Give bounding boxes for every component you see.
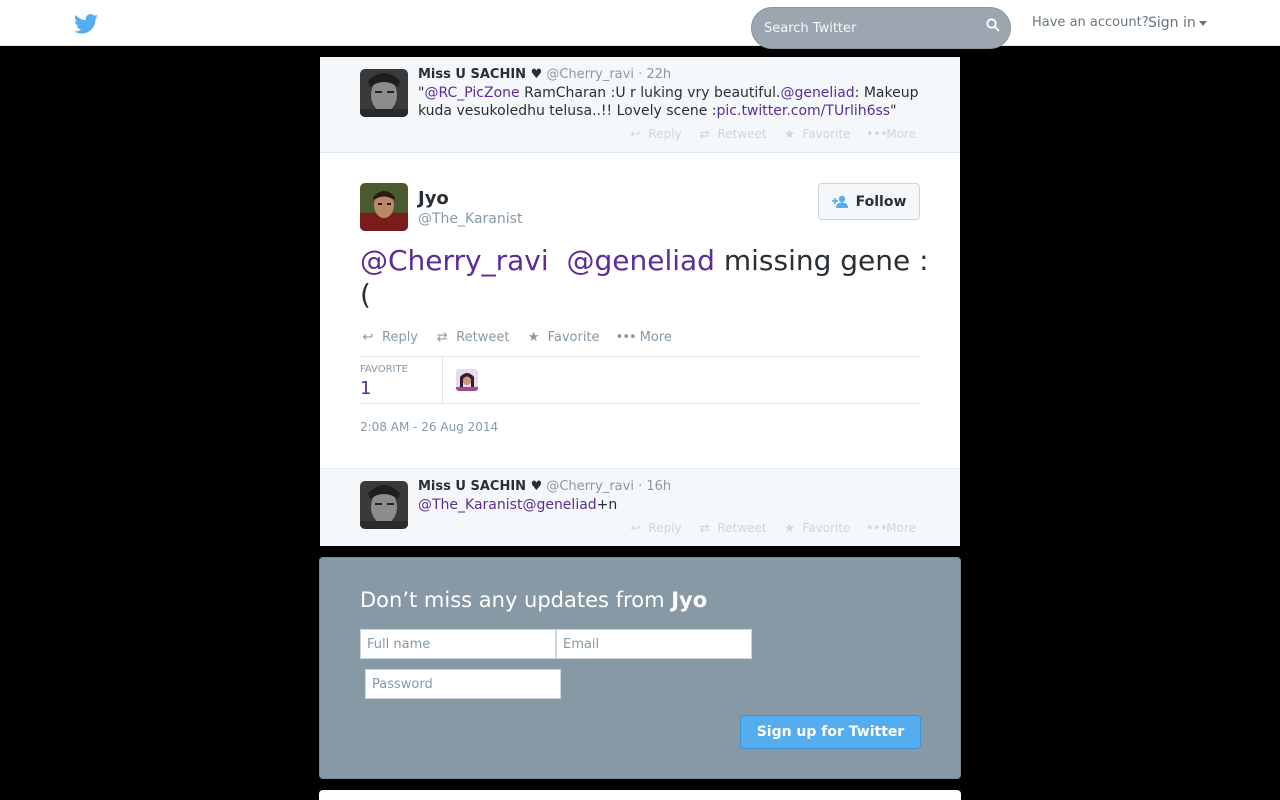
retweet-icon: ⇄ <box>699 127 710 141</box>
favorite-label: Favorite <box>802 521 851 535</box>
retweet-label: Retweet <box>456 330 510 345</box>
sign-in-label: Sign in <box>1148 15 1196 31</box>
avatar-image <box>360 69 408 117</box>
username[interactable]: @Cherry_ravi <box>546 67 634 82</box>
reply-action[interactable]: ↩ Reply <box>628 127 681 141</box>
chevron-down-icon <box>1198 20 1207 26</box>
reply-icon: ↩ <box>630 521 641 535</box>
tweet-actions: ↩ Reply ⇄ Retweet ★ Favorite •••More <box>360 330 672 345</box>
signup-button[interactable]: Sign up for Twitter <box>740 715 921 749</box>
username[interactable]: @Cherry_ravi <box>546 479 634 494</box>
mention-link[interactable]: @Cherry_ravi <box>360 244 549 277</box>
favoriter-avatar[interactable] <box>456 369 478 391</box>
search-box <box>751 7 1011 49</box>
text-segment: +n <box>596 497 618 513</box>
star-icon: ★ <box>784 127 795 141</box>
permalink-tweet-body: Jyo @The_Karanist Follow @Cherry_ravi @g… <box>320 153 960 469</box>
favorite-action[interactable]: ★ Favorite <box>526 330 600 345</box>
password-field[interactable] <box>365 669 561 699</box>
more-dots-icon: ••• <box>615 330 637 345</box>
follow-label: Follow <box>855 193 907 210</box>
reply-action[interactable]: ↩ Reply <box>628 521 681 535</box>
avatar-image <box>360 481 408 529</box>
favorite-action[interactable]: ★ Favorite <box>782 127 850 141</box>
avatar-image <box>360 183 408 231</box>
mention-link[interactable]: @geneliad <box>522 497 596 513</box>
have-account-text: Have an account? <box>1032 15 1149 30</box>
tweet-header: Miss U SACHIN ♥ @Cherry_ravi · 16h <box>418 479 671 494</box>
add-user-icon <box>831 195 848 208</box>
reply-icon: ↩ <box>362 330 374 345</box>
avatar[interactable] <box>360 481 408 529</box>
search-input[interactable] <box>752 8 977 48</box>
more-dots-icon: ••• <box>866 127 888 141</box>
mention-link[interactable]: @geneliad <box>566 244 714 277</box>
reply-icon: ↩ <box>630 127 641 141</box>
display-name[interactable]: Miss U SACHIN ♥ <box>418 67 542 82</box>
reply-label: Reply <box>648 127 682 141</box>
reply-label: Reply <box>382 330 419 345</box>
tweet-stats: FAVORITE 1 <box>360 356 920 404</box>
email-field[interactable] <box>556 629 752 659</box>
retweet-label: Retweet <box>717 521 767 535</box>
more-action[interactable]: •••More <box>866 127 916 141</box>
next-card <box>319 790 961 800</box>
mention-link[interactable]: @RC_PicZone <box>424 85 519 101</box>
more-label: More <box>886 127 916 141</box>
avatar[interactable] <box>360 183 408 231</box>
tweet-header: Miss U SACHIN ♥ @Cherry_ravi · 22h <box>418 67 671 82</box>
favorite-label: Favorite <box>802 127 851 141</box>
more-dots-icon: ••• <box>866 521 888 535</box>
follow-button[interactable]: Follow <box>818 183 920 220</box>
full-name-field[interactable] <box>360 629 556 659</box>
signup-heading: Don’t miss any updates from Jyo <box>360 588 707 612</box>
signup-heading-name: Jyo <box>671 588 708 612</box>
tweet-time[interactable]: · 22h <box>638 67 671 82</box>
retweet-action[interactable]: ⇄ Retweet <box>697 521 766 535</box>
search-icon[interactable] <box>986 18 1000 32</box>
signup-heading-text: Don’t miss any updates from <box>360 588 672 612</box>
favorite-stat[interactable]: FAVORITE 1 <box>360 357 443 403</box>
display-name[interactable]: Miss U SACHIN ♥ <box>418 479 542 494</box>
tweet-text: @Cherry_ravi @geneliad missing gene :( <box>360 244 935 312</box>
tweet-time[interactable]: · 16h <box>638 479 671 494</box>
retweet-icon: ⇄ <box>699 521 710 535</box>
tweet-timestamp[interactable]: 2:08 AM - 26 Aug 2014 <box>360 420 498 434</box>
twitter-bird-icon[interactable] <box>74 14 98 34</box>
top-bar: Have an account? Sign in <box>0 0 1280 49</box>
more-label: More <box>886 521 916 535</box>
text-segment: " <box>890 103 897 119</box>
more-action[interactable]: •••More <box>866 521 916 535</box>
retweet-label: Retweet <box>717 127 767 141</box>
retweet-action[interactable]: ⇄ Retweet <box>697 127 766 141</box>
mention-link[interactable]: @geneliad <box>780 85 854 101</box>
signup-card: Don’t miss any updates from Jyo Sign up … <box>319 557 961 779</box>
tweet-actions: ↩ Reply ⇄ Retweet ★ Favorite •••More <box>616 521 916 535</box>
favorite-label: Favorite <box>547 330 600 345</box>
avatar-image <box>456 369 478 391</box>
media-link[interactable]: pic.twitter.com/TUrlih6ss <box>717 103 891 119</box>
star-icon: ★ <box>527 330 540 345</box>
reply-label: Reply <box>648 521 682 535</box>
ancestor-tweet[interactable]: Miss U SACHIN ♥ @Cherry_ravi · 22h " @RC_… <box>320 57 960 153</box>
tweet-text: @The_Karanist@geneliad+n <box>418 496 923 514</box>
star-icon: ★ <box>784 521 795 535</box>
favorite-action[interactable]: ★ Favorite <box>782 521 850 535</box>
reply-tweet[interactable]: Miss U SACHIN ♥ @Cherry_ravi · 16h @The_… <box>320 469 960 546</box>
favorite-count: 1 <box>360 378 372 399</box>
retweet-action[interactable]: ⇄ Retweet <box>434 330 510 345</box>
username[interactable]: @The_Karanist <box>418 211 522 227</box>
avatar[interactable] <box>360 69 408 117</box>
tweet-text: " @RC_PicZone RamCharan :U r luking vry b… <box>418 84 923 120</box>
text-segment: RamCharan :U r luking vry beautiful. <box>519 85 781 101</box>
reply-action[interactable]: ↩ Reply <box>360 330 418 345</box>
favorite-stat-label: FAVORITE <box>360 364 408 375</box>
more-action[interactable]: •••More <box>616 330 672 345</box>
more-label: More <box>639 330 672 345</box>
retweet-icon: ⇄ <box>436 330 448 345</box>
mention-link[interactable]: @The_Karanist <box>418 497 522 513</box>
sign-in-link[interactable]: Sign in <box>1148 15 1207 31</box>
tweet-actions: ↩ Reply ⇄ Retweet ★ Favorite •••More <box>616 127 916 141</box>
display-name[interactable]: Jyo <box>418 188 449 209</box>
